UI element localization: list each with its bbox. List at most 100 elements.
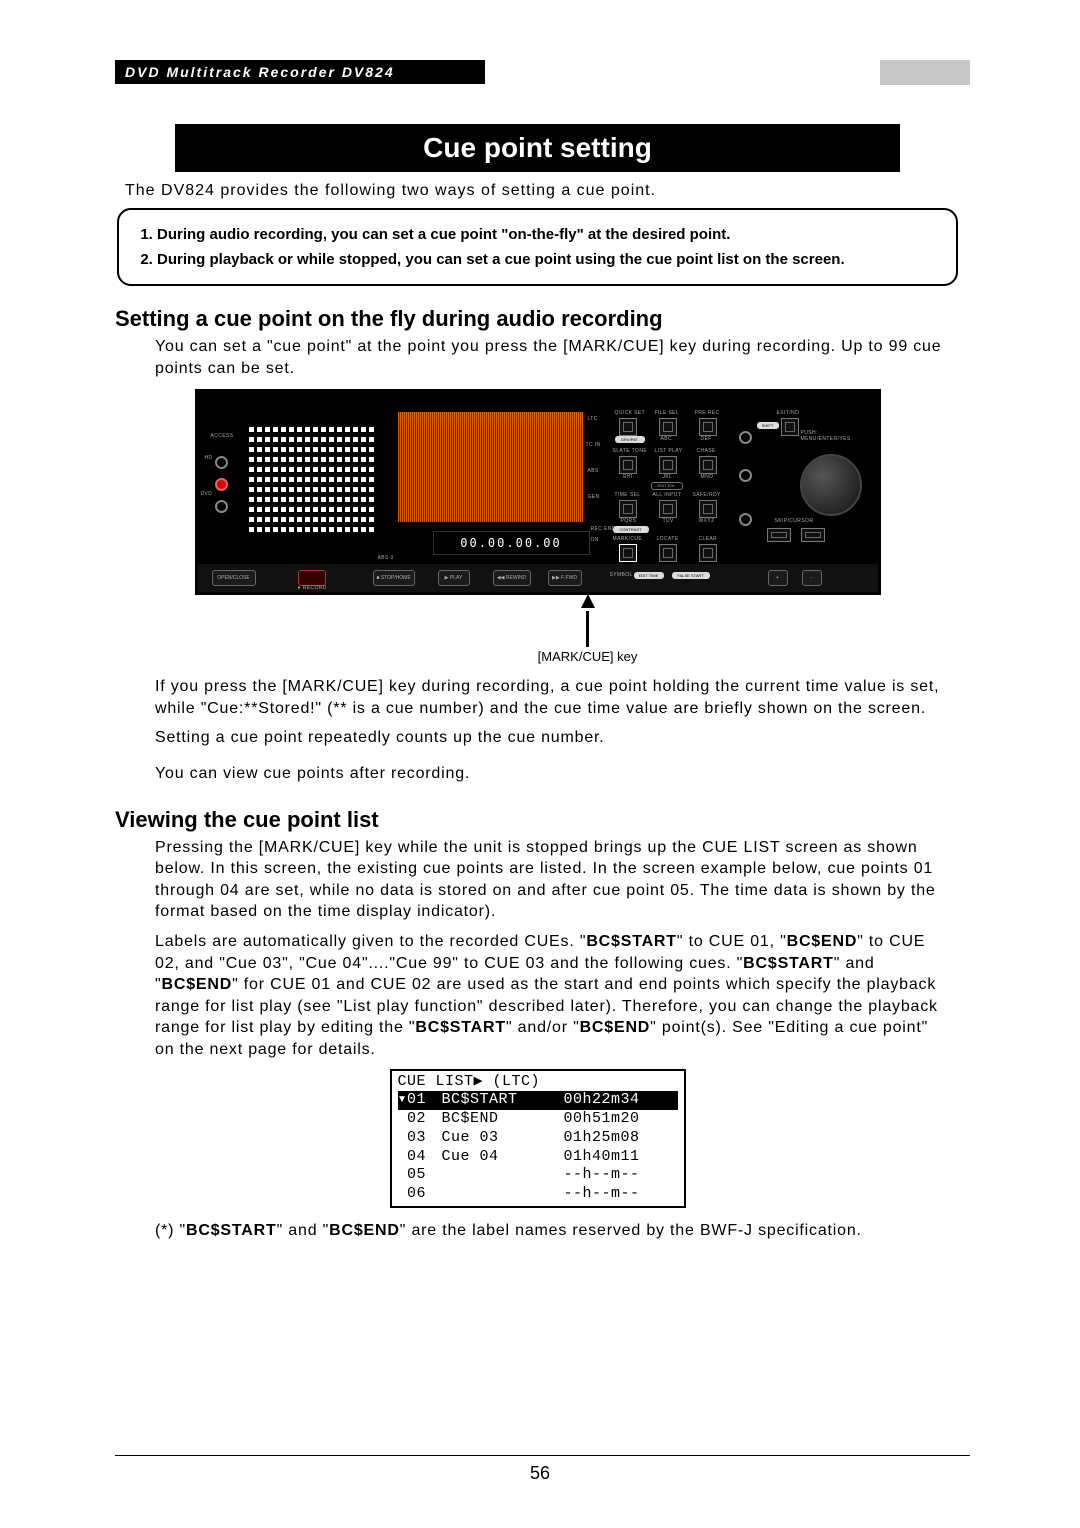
ghi-sub: GHI bbox=[623, 474, 633, 480]
plus-button[interactable]: + bbox=[768, 570, 788, 586]
cue-list-screen: CUE LIST▶ (LTC) ▾01 BC$START 00h22m34 02… bbox=[390, 1069, 686, 1208]
p2a: Labels are automatically given to the re… bbox=[155, 933, 586, 950]
skip-prev-button[interactable] bbox=[767, 528, 791, 542]
jog-wheel[interactable] bbox=[800, 454, 862, 516]
edittime-pill: EDIT TIME bbox=[634, 572, 664, 579]
section2-p2: Labels are automatically given to the re… bbox=[155, 931, 950, 1061]
tcin-label: TC IN bbox=[586, 442, 601, 448]
page-title: Cue point setting bbox=[175, 124, 900, 172]
figure-caption: [MARK/CUE] key bbox=[255, 649, 920, 664]
abs-label: ABS bbox=[588, 468, 599, 474]
filesel-label: FILE SEL bbox=[655, 410, 680, 416]
bcend-3: BC$END bbox=[580, 1019, 651, 1036]
locate-label: LOCATE bbox=[657, 536, 679, 542]
skip-label: SKIP/CURSOR bbox=[775, 518, 814, 524]
def-sub: DEF bbox=[701, 436, 712, 442]
recend-label: REC END bbox=[591, 526, 616, 532]
access-led bbox=[215, 456, 228, 469]
section2-heading: Viewing the cue point list bbox=[115, 807, 960, 833]
bcstart-1: BC$START bbox=[586, 933, 677, 950]
hd-led bbox=[215, 478, 228, 491]
pqrs-sub: PQRS bbox=[621, 518, 637, 524]
dvd-label: DVD bbox=[201, 491, 213, 497]
push-label: PUSH: MENU/ENTER/YES bbox=[801, 430, 861, 442]
method-1: During audio recording, you can set a cu… bbox=[157, 224, 940, 245]
falsestart-pill: FALSE START bbox=[672, 572, 710, 579]
ltc-label: LTC bbox=[588, 416, 598, 422]
shift-pill: SHIFT bbox=[757, 422, 779, 429]
rewind-button[interactable]: ◀◀ REWIND bbox=[493, 570, 531, 586]
p2f: " and/or " bbox=[506, 1019, 580, 1036]
allinput-label: ALL INPUT bbox=[653, 492, 682, 498]
on-label: ON bbox=[591, 537, 599, 543]
chase-led bbox=[739, 469, 752, 482]
prerec-led bbox=[739, 431, 752, 444]
bcend-2: BC$END bbox=[161, 976, 232, 993]
record-label: ● RECORD bbox=[298, 585, 327, 591]
method-2: During playback or while stopped, you ca… bbox=[157, 249, 940, 270]
timesel-label: TIME SEL bbox=[615, 492, 641, 498]
play-button[interactable]: ▶ PLAY bbox=[438, 570, 470, 586]
cue-row: 04 Cue 04 01h40m11 bbox=[398, 1148, 678, 1167]
cue-row: ▾01 BC$START 00h22m34 bbox=[398, 1091, 678, 1110]
product-header: DVD Multitrack Recorder DV824 bbox=[115, 60, 485, 84]
dvd-led bbox=[215, 500, 228, 513]
access-label: ACCESS bbox=[211, 433, 234, 439]
section1-p1: You can set a "cue point" at the point y… bbox=[155, 336, 950, 379]
lcd-screen bbox=[398, 412, 585, 522]
listplay-button[interactable] bbox=[659, 456, 677, 474]
fn-bcstart: BC$START bbox=[186, 1222, 277, 1239]
markcue-button[interactable] bbox=[619, 544, 637, 562]
jkl-sub: JKL bbox=[663, 474, 673, 480]
markcue-label: MARK/CUE bbox=[613, 536, 643, 542]
intro-text: The DV824 provides the following two way… bbox=[115, 182, 960, 200]
fn-b: " and " bbox=[277, 1222, 330, 1239]
fn-a: (*) " bbox=[155, 1222, 186, 1239]
bcstart-2: BC$START bbox=[743, 955, 834, 972]
transport-bar: ABS 0 OPEN/CLOSE ● RECORD ■ STOP/HOME ▶ … bbox=[198, 562, 878, 592]
clear-button[interactable] bbox=[699, 544, 717, 562]
timesel-button[interactable] bbox=[619, 500, 637, 518]
cue-row: 06 --h--m-- bbox=[398, 1185, 678, 1204]
page-number: 56 bbox=[0, 1463, 1080, 1484]
bcstart-3: BC$START bbox=[415, 1019, 506, 1036]
listplay-label: LIST PLAY bbox=[655, 448, 683, 454]
chase-label: CHASE bbox=[697, 448, 716, 454]
saferdy-button[interactable] bbox=[699, 500, 717, 518]
methods-box: During audio recording, you can set a cu… bbox=[117, 208, 958, 286]
chase-button[interactable] bbox=[699, 456, 717, 474]
exitno-label: EXIT/NO bbox=[777, 410, 800, 416]
allinput-button[interactable] bbox=[659, 500, 677, 518]
prerec-label: PRE REC bbox=[695, 410, 720, 416]
prerec-button[interactable] bbox=[699, 418, 717, 436]
section2-p1: Pressing the [MARK/CUE] key while the un… bbox=[155, 837, 950, 923]
cue-list-header: CUE LIST▶ (LTC) bbox=[398, 1073, 678, 1092]
openclose-button[interactable]: OPEN/CLOSE bbox=[212, 570, 256, 586]
exitno-button[interactable] bbox=[781, 418, 799, 436]
slate-label: SLATE TONE bbox=[613, 448, 648, 454]
quickset-button[interactable] bbox=[619, 418, 637, 436]
stop-button[interactable]: ■ STOP/HOME bbox=[373, 570, 415, 586]
section1-p4: You can view cue points after recording. bbox=[155, 763, 950, 785]
hd-label: HD bbox=[205, 455, 213, 461]
ffwd-button[interactable]: ▶▶ F FWD bbox=[548, 570, 582, 586]
tuv-sub: TUV bbox=[663, 518, 674, 524]
section1-p3: Setting a cue point repeatedly counts up… bbox=[155, 727, 950, 749]
editedl-pill: EDIT EDL bbox=[651, 482, 683, 490]
contrast-pill: CONTRAST bbox=[613, 526, 649, 533]
record-button[interactable] bbox=[298, 570, 326, 586]
device-figure: ACCESS HD DVD 00.00.00.00 LTC TC IN ABS … bbox=[195, 389, 881, 595]
saferdy-led bbox=[739, 513, 752, 526]
section1-p2: If you press the [MARK/CUE] key during r… bbox=[155, 676, 950, 719]
gen-label: GEN bbox=[588, 494, 600, 500]
slate-button[interactable] bbox=[619, 456, 637, 474]
cue-row: 05 --h--m-- bbox=[398, 1166, 678, 1185]
filesel-button[interactable] bbox=[659, 418, 677, 436]
bcend-1: BC$END bbox=[787, 933, 858, 950]
arrow-up-icon bbox=[581, 594, 595, 608]
locate-button[interactable] bbox=[659, 544, 677, 562]
skip-next-button[interactable] bbox=[801, 528, 825, 542]
minus-button[interactable]: - bbox=[802, 570, 822, 586]
cue-row: 02 BC$END 00h51m20 bbox=[398, 1110, 678, 1129]
cue-row: 03 Cue 03 01h25m08 bbox=[398, 1129, 678, 1148]
